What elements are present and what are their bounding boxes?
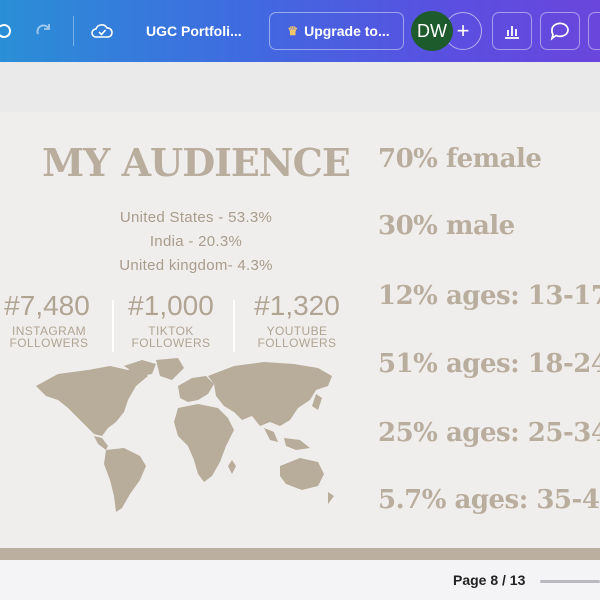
demographic-stat: 12% ages: 13-17: [378, 281, 600, 311]
analytics-button[interactable]: [492, 12, 532, 50]
stat-divider: [233, 300, 235, 352]
redo-icon[interactable]: [30, 14, 58, 48]
undo-icon[interactable]: [0, 14, 16, 48]
follower-count: #1,320: [254, 290, 340, 321]
follower-label: TIKTOK FOLLOWERS: [118, 325, 224, 349]
follower-label-line: FOLLOWERS: [257, 336, 337, 350]
upgrade-button[interactable]: ♛ Upgrade to...: [269, 12, 404, 50]
avatar[interactable]: DW: [411, 11, 453, 51]
demographic-stat: 51% ages: 18-24: [378, 349, 600, 379]
slide-accent-bar: [0, 548, 600, 560]
upgrade-label: Upgrade to...: [304, 23, 390, 39]
follower-count: #1,000: [128, 290, 214, 321]
world-map-graphic: [36, 358, 334, 512]
demographic-stat: 70% female: [378, 144, 542, 174]
comment-icon: [550, 22, 569, 41]
analytics-icon: [505, 26, 519, 39]
document-title[interactable]: UGC Portfoli...: [146, 14, 242, 48]
follower-label: INSTAGRAM FOLLOWERS: [0, 325, 102, 349]
stat-divider: [112, 300, 114, 352]
follower-count: #7,480: [4, 290, 90, 321]
country-stat: India - 20.3%: [149, 233, 243, 250]
country-stat: United kingdom- 4.3%: [119, 257, 273, 274]
slide-headline: MY AUDIENCE: [42, 140, 351, 185]
crown-icon: ♛: [287, 24, 299, 38]
zoom-slider[interactable]: [540, 580, 600, 583]
toolbar-divider: [73, 16, 74, 46]
share-button[interactable]: [588, 12, 600, 50]
demographic-stat: 5.7% ages: 35-44: [378, 485, 600, 515]
editor-footer: Page 8 / 13: [0, 560, 600, 600]
follower-label-line: FOLLOWERS: [9, 336, 89, 350]
page-indicator[interactable]: Page 8 / 13: [453, 572, 525, 588]
comment-button[interactable]: [540, 12, 580, 50]
country-stat: United States - 53.3%: [119, 209, 273, 226]
follower-label-line: FOLLOWERS: [131, 336, 211, 350]
demographic-stat: 30% male: [378, 211, 515, 241]
follower-label: YOUTUBE FOLLOWERS: [244, 325, 350, 349]
cloud-sync-icon[interactable]: [88, 14, 116, 48]
editor-toolbar: UGC Portfoli... ♛ Upgrade to... + DW: [0, 0, 600, 62]
demographic-stat: 25% ages: 25-34: [378, 418, 600, 448]
